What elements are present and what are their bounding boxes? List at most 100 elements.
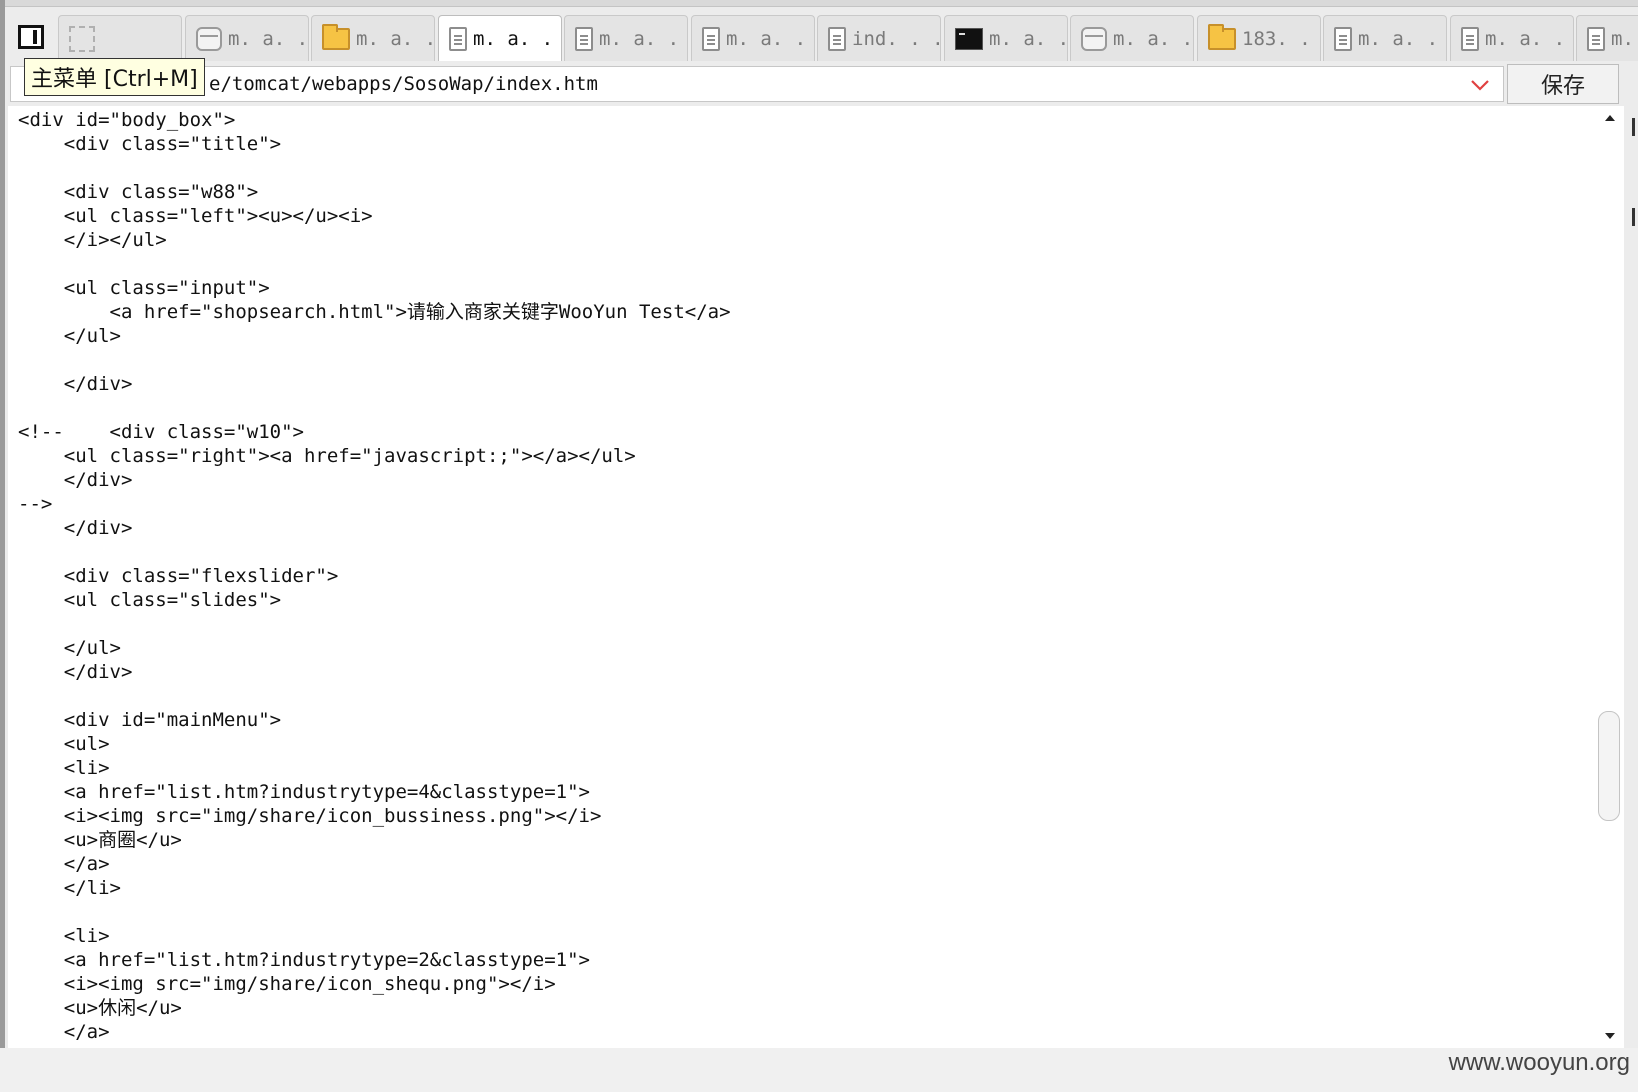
tab-label: m. a. . .: [356, 27, 435, 50]
code-line: <ul class="right"><a href="javascript:;"…: [18, 445, 636, 467]
tab-11[interactable]: m. a. . .: [1450, 15, 1574, 61]
code-line: <li>: [18, 757, 110, 779]
code-line: <li>: [18, 925, 110, 947]
scroll-thumb[interactable]: [1598, 711, 1620, 821]
tab-10[interactable]: m. a. . .: [1323, 15, 1447, 61]
code-text: <div id="body_box"> <div class="title"> …: [18, 108, 731, 1044]
tab-label: m. a. . .: [1113, 27, 1194, 50]
path-dropdown-button[interactable]: [1468, 74, 1492, 96]
code-line: <div class="flexslider">: [18, 565, 339, 587]
tab-label: m. a. . .: [989, 27, 1068, 50]
tab-8[interactable]: m. a. . .: [1070, 15, 1194, 61]
code-line: <a href="list.htm?industrytype=2&classty…: [18, 949, 590, 971]
code-line: -->: [18, 493, 53, 515]
code-line: </div>: [18, 469, 133, 491]
code-line: </div>: [18, 517, 133, 539]
tab-1[interactable]: m. a. . .: [185, 15, 309, 61]
main-menu-button[interactable]: [14, 20, 48, 54]
code-line: <div id="mainMenu">: [18, 709, 282, 731]
code-line: <a href="shopsearch.html">请输入商家关键字WooYun…: [18, 301, 731, 323]
code-line: <div class="w88">: [18, 181, 259, 203]
terminal-icon: [955, 27, 983, 50]
watermark: www.wooyun.org: [1448, 1049, 1630, 1076]
document-icon: [1334, 26, 1352, 51]
code-line: <div class="title">: [18, 133, 282, 155]
code-line: <i><img src="img/share/icon_bussiness.pn…: [18, 805, 602, 827]
arrow-down-icon: [1605, 1033, 1615, 1039]
tab-label: m. a. . .: [473, 27, 561, 50]
tab-7[interactable]: m. a. . .: [944, 15, 1068, 61]
scroll-down-button[interactable]: [1602, 1030, 1618, 1042]
code-line: <i><img src="img/share/icon_shequ.png"><…: [18, 973, 556, 995]
tab-bar: m. a. . . m. a. . . m. a. . . m. a. . . m. a…: [8, 12, 1638, 62]
tab-label: m. a. . .: [1485, 27, 1573, 50]
tab-3[interactable]: m. a. . .: [438, 15, 562, 61]
tab-6[interactable]: ind. . .: [817, 15, 941, 61]
vertical-scrollbar[interactable]: [1596, 106, 1624, 1048]
tab-4[interactable]: m. a. . .: [564, 15, 688, 61]
tab-12[interactable]: m.: [1576, 15, 1638, 61]
code-line: <div id="body_box">: [18, 109, 236, 131]
document-icon: [1587, 26, 1605, 51]
code-line: </div>: [18, 373, 133, 395]
folder-icon: [1208, 23, 1236, 50]
code-line: <!-- <div class="w10">: [18, 421, 304, 443]
panel-marker: [1632, 208, 1635, 226]
code-line: </i></ul>: [18, 229, 167, 251]
path-text: e/tomcat/webapps/SosoWap/index.htm: [209, 73, 598, 95]
code-line: </li>: [18, 877, 121, 899]
tab-0[interactable]: [58, 15, 182, 61]
code-line: <u>休闲</u>: [18, 997, 182, 1019]
window-left-border: [0, 0, 5, 1092]
editor-window: m. a. . . m. a. . . m. a. . . m. a. . . m. a…: [0, 0, 1638, 1092]
blank-icon: [69, 25, 95, 52]
tab-5[interactable]: m. a. . .: [691, 15, 815, 61]
main-menu-tooltip: 主菜单 [Ctrl+M]: [24, 58, 205, 96]
arrow-up-icon: [1605, 115, 1615, 121]
tab-9[interactable]: 183. . .: [1197, 15, 1321, 61]
panel-marker: [1632, 118, 1635, 136]
document-icon: [1461, 26, 1479, 51]
document-icon: [828, 26, 846, 51]
tab-2[interactable]: m. a. . .: [311, 15, 435, 61]
drive-icon: [1081, 26, 1107, 51]
code-line: <u>商圈</u>: [18, 829, 182, 851]
folder-icon: [322, 23, 350, 50]
code-line: </div>: [18, 661, 133, 683]
tab-label: m. a. . .: [228, 27, 309, 50]
scroll-up-button[interactable]: [1602, 112, 1618, 124]
document-icon: [702, 26, 720, 51]
tab-label: m.: [1611, 27, 1634, 50]
tab-label: m. a. . .: [1358, 27, 1446, 50]
chevron-down-icon: [1471, 80, 1489, 91]
tab-label: 183. . .: [1242, 27, 1320, 50]
code-line: <ul class="input">: [18, 277, 270, 299]
document-icon: [575, 26, 593, 51]
code-line: <ul>: [18, 733, 110, 755]
code-line: <ul class="left"><u></u><i>: [18, 205, 373, 227]
code-line: <a href="list.htm?industrytype=4&classty…: [18, 781, 590, 803]
window-top-border: [0, 0, 1638, 7]
save-button[interactable]: 保存: [1507, 64, 1619, 104]
tab-label: ind. . .: [852, 27, 941, 50]
code-line: <ul class="slides">: [18, 589, 282, 611]
code-line: </a>: [18, 1021, 110, 1043]
code-editor[interactable]: <div id="body_box"> <div class="title"> …: [8, 106, 1604, 1048]
status-bar: [0, 1048, 1638, 1092]
code-line: </ul>: [18, 637, 121, 659]
code-line: </ul>: [18, 325, 121, 347]
path-input[interactable]: e/tomcat/webapps/SosoWap/index.htm: [10, 66, 1504, 102]
code-line: </a>: [18, 853, 110, 875]
document-icon: [449, 26, 467, 51]
drive-icon: [196, 26, 222, 51]
tab-label: m. a. . .: [599, 27, 687, 50]
tab-label: m. a. . .: [726, 27, 814, 50]
